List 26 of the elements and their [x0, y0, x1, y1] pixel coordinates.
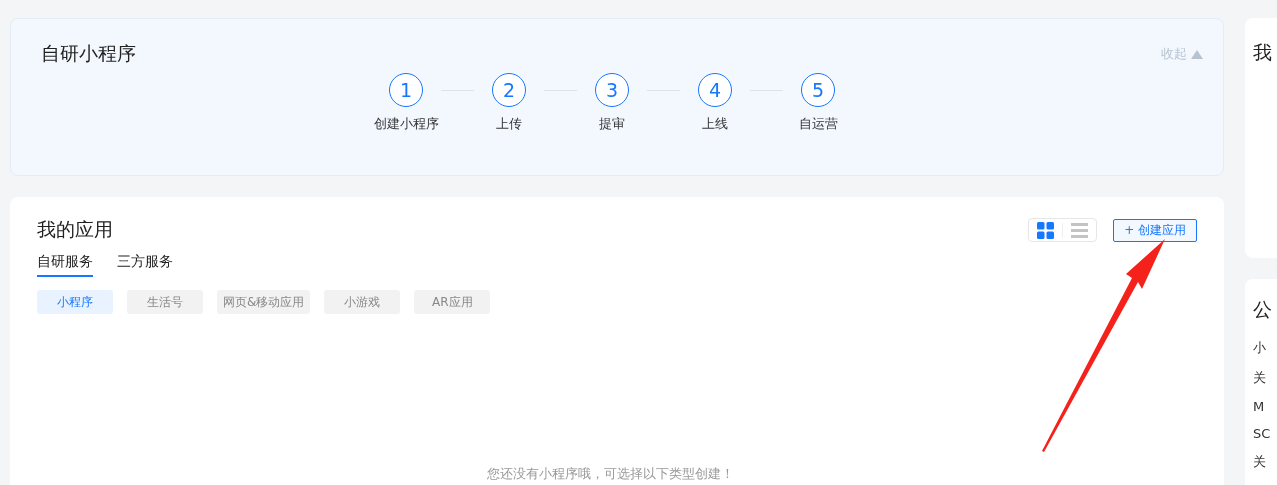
step-number: 4: [698, 73, 732, 107]
side-title: 我: [1253, 41, 1272, 63]
notice-link[interactable]: SC: [1253, 426, 1277, 441]
apps-title: 我的应用: [37, 217, 114, 242]
tab[interactable]: 自研服务: [37, 253, 93, 277]
create-app-button[interactable]: + 创建应用: [1113, 218, 1197, 242]
step-number: 1: [389, 73, 423, 107]
step-number: 5: [801, 73, 835, 107]
step-label: 上线: [702, 115, 728, 133]
notice-link[interactable]: 关: [1253, 453, 1277, 471]
notice-link[interactable]: M: [1253, 399, 1277, 414]
step-label: 自运营: [798, 115, 838, 133]
grid-view-button[interactable]: [1035, 221, 1057, 239]
guide-title: 自研小程序: [41, 41, 136, 66]
step-number: 3: [595, 73, 629, 107]
step-label: 提审: [599, 115, 625, 133]
notice-link[interactable]: 小: [1253, 339, 1277, 357]
caret-up-icon: [1191, 49, 1203, 59]
filter-chip[interactable]: 小程序: [37, 290, 113, 314]
step-label: 创建小程序: [373, 115, 439, 133]
tab[interactable]: 三方服务: [117, 253, 173, 277]
empty-message: 您还没有小程序哦，可选择以下类型创建！: [486, 465, 734, 483]
notice-link[interactable]: 关: [1253, 369, 1277, 387]
step-number: 2: [492, 73, 526, 107]
step-label: 上传: [496, 115, 522, 133]
notice-title: 公: [1253, 297, 1273, 322]
